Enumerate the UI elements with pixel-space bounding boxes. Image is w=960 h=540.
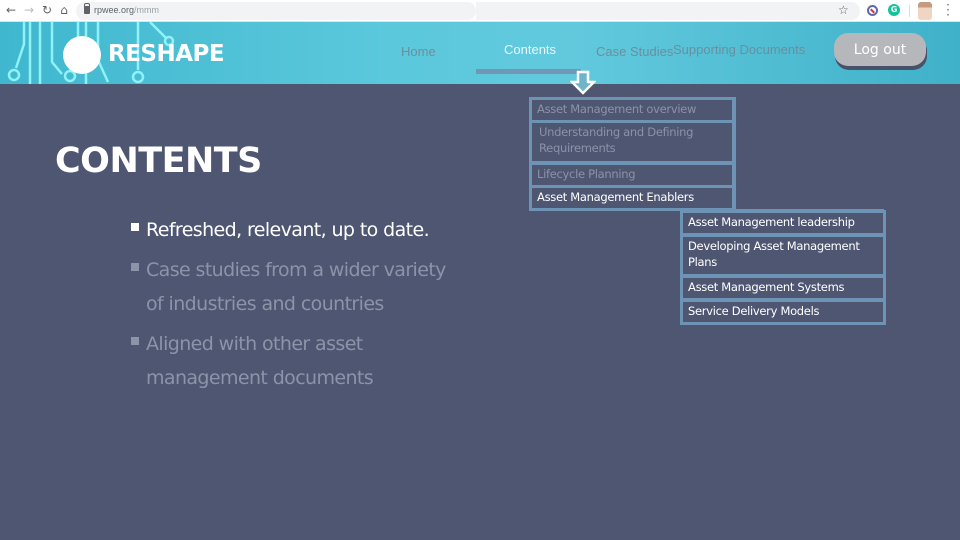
home-icon[interactable]: ⌂ — [57, 3, 71, 17]
bullet-line: management documents — [146, 367, 374, 389]
page-title: CONTENTS — [55, 141, 262, 181]
grammarly-extension-icon[interactable]: G — [888, 4, 900, 16]
bullet-square-icon — [131, 223, 139, 231]
bullet-line: Case studies from a wider variety — [146, 259, 446, 281]
address-bar-extension[interactable] — [476, 2, 860, 20]
url-path: /mmm — [134, 5, 160, 15]
bullet-item: Case studies from a wider variety of ind… — [130, 253, 490, 321]
menu-item-understanding-requirements[interactable]: Understanding and Defining Requirements — [529, 120, 735, 164]
logo-text: RESHAPE — [108, 41, 225, 67]
bullet-square-icon — [131, 337, 139, 345]
nav-contents[interactable]: Contents — [504, 42, 556, 57]
lock-icon — [84, 3, 90, 14]
more-menu-icon[interactable]: · · · — [945, 0, 951, 21]
active-nav-indicator — [476, 69, 581, 74]
bullet-line: of industries and countries — [146, 293, 384, 315]
nav-case-studies[interactable]: Case Studies — [596, 44, 673, 59]
address-bar[interactable]: rpwee.org/mmm — [76, 2, 476, 20]
down-arrow-icon — [570, 70, 596, 95]
submenu-item-systems[interactable]: Asset Management Systems — [680, 275, 886, 301]
toolbar-divider — [909, 5, 910, 17]
site-header: RESHAPE Home Contents Case Studies Suppo… — [0, 22, 960, 84]
url-host: rpwee.org — [94, 5, 135, 15]
profile-avatar[interactable] — [918, 2, 932, 20]
submenu-item-service-delivery-models[interactable]: Service Delivery Models — [680, 299, 886, 325]
nav-supporting-documents[interactable]: Supporting Documents — [673, 42, 805, 57]
nav-home[interactable]: Home — [401, 44, 436, 59]
submenu-item-developing-plans[interactable]: Developing Asset Management Plans — [680, 234, 886, 277]
url-text: rpwee.org/mmm — [94, 5, 159, 15]
logo-circle — [63, 36, 101, 74]
bookmark-star-icon[interactable]: ☆ — [838, 3, 849, 17]
bullet-line: Aligned with other asset — [146, 333, 363, 355]
bullet-item: Refreshed, relevant, up to date. — [130, 213, 490, 247]
bullet-square-icon — [131, 263, 139, 271]
reload-icon[interactable]: ↻ — [40, 3, 54, 17]
browser-toolbar: ← → ↻ ⌂ rpwee.org/mmm ☆ G · · · — [0, 0, 960, 22]
back-arrow-icon[interactable]: ← — [4, 3, 18, 17]
logout-button[interactable]: Log out — [834, 33, 926, 66]
forward-arrow-icon[interactable]: → — [22, 3, 36, 17]
menu-item-asset-management-enablers[interactable]: Asset Management Enablers — [529, 185, 735, 211]
bullet-line: Refreshed, relevant, up to date. — [146, 219, 430, 241]
privacy-extension-icon[interactable] — [867, 5, 878, 16]
bullet-item: Aligned with other asset management docu… — [130, 327, 490, 395]
submenu-item-leadership[interactable]: Asset Management leadership — [680, 210, 886, 236]
bullet-list: Refreshed, relevant, up to date. Case st… — [130, 213, 490, 401]
